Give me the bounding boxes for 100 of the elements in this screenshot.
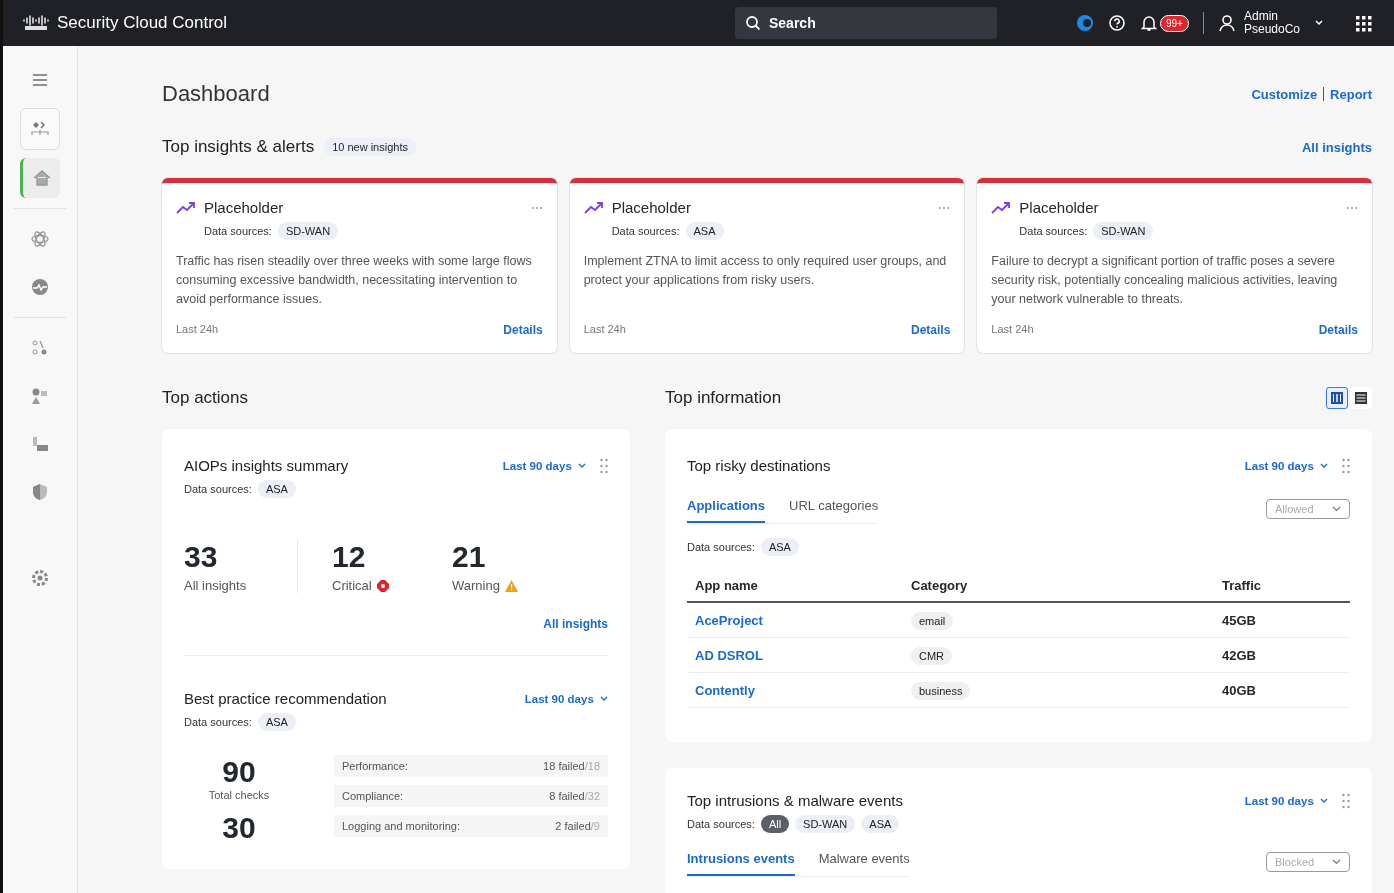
- data-sources-label: Data sources:: [204, 225, 272, 237]
- details-link[interactable]: Details: [1318, 323, 1358, 337]
- category-label: Compliance:: [342, 790, 404, 802]
- insight-title: Placeholder: [204, 199, 284, 216]
- column-header: Category: [903, 570, 1214, 602]
- stat-value: 12: [332, 540, 367, 574]
- drag-handle-icon[interactable]: [1342, 457, 1350, 474]
- assistant-icon[interactable]: [1076, 14, 1094, 32]
- chevron-down-icon: [1320, 463, 1328, 470]
- insight-description: Failure to decrypt a significant portion of traffic poses a severe security risk, potentially concealing malicious activities, leaving your network vulnerable to threats.: [991, 253, 1339, 308]
- grid-view-button[interactable]: [1326, 387, 1348, 409]
- user-icon[interactable]: [1217, 14, 1236, 32]
- cisco-logo-icon: [23, 15, 49, 31]
- sidebar-nav-button[interactable]: [20, 158, 60, 198]
- search-field[interactable]: Search: [735, 7, 997, 39]
- bell-icon[interactable]: [1140, 14, 1158, 32]
- trend-up-icon: [176, 200, 196, 215]
- organization-name: PseudoCo: [1243, 23, 1300, 36]
- stat-label: Critical: [332, 578, 372, 593]
- page-title: Dashboard: [162, 81, 270, 107]
- chevron-down-icon: [600, 696, 608, 703]
- section-title: Top actions: [162, 388, 248, 408]
- failed-count: 18 failed/18: [543, 760, 600, 772]
- category-tag: CMR: [911, 646, 953, 665]
- header-link[interactable]: Customize: [1251, 86, 1318, 102]
- category-tag: email: [911, 611, 954, 630]
- source-filter-chip[interactable]: ASA: [760, 538, 799, 556]
- grid-view-icon: [1330, 391, 1344, 405]
- stat-value: 21: [452, 540, 487, 574]
- time-range: Last 24h: [583, 323, 626, 337]
- help-icon[interactable]: [1108, 14, 1126, 32]
- shapes-icon: [30, 386, 50, 406]
- checks-count: 30: [222, 811, 256, 845]
- source-tag: SD-WAN: [1093, 222, 1154, 240]
- list-view-button[interactable]: [1350, 387, 1372, 409]
- section-title: Top information: [665, 388, 782, 408]
- notification-count: 99+: [1160, 14, 1189, 32]
- tab[interactable]: URL categories: [789, 494, 879, 523]
- date-range-dropdown[interactable]: Last 90 days: [502, 459, 586, 472]
- traffic-cell: 42GB: [1214, 637, 1350, 673]
- more-options-icon[interactable]: [1346, 205, 1358, 210]
- traffic-cell: 40GB: [1214, 672, 1350, 708]
- critical-icon: [376, 579, 389, 592]
- atom-icon: [30, 229, 50, 249]
- drag-handle-icon[interactable]: [1342, 792, 1350, 809]
- source-filter-chip[interactable]: SD-WAN: [795, 815, 856, 833]
- stat-label: Warning: [452, 578, 500, 593]
- app-name-link[interactable]: AD DSROL: [695, 647, 763, 663]
- stat-value: 33: [184, 540, 219, 574]
- date-range-dropdown[interactable]: Last 90 days: [524, 692, 608, 705]
- product-name: Security Cloud Control: [57, 13, 228, 33]
- failed-count: 8 failed/32: [549, 790, 600, 802]
- data-sources-label: Data sources:: [184, 716, 252, 728]
- date-range-dropdown[interactable]: Last 90 days: [1244, 459, 1328, 472]
- tab[interactable]: Applications: [687, 494, 765, 523]
- widget-title: AIOPs insights summary: [184, 457, 349, 474]
- data-sources-label: Data sources:: [1019, 225, 1088, 237]
- chevron-down-icon: [1332, 859, 1341, 865]
- shield-icon: [30, 482, 50, 502]
- section-title: Top insights & alerts: [162, 137, 315, 157]
- user-name: Admin: [1243, 10, 1279, 23]
- data-sources-label: Data sources:: [611, 225, 680, 237]
- date-range-dropdown[interactable]: Last 90 days: [1244, 794, 1328, 807]
- more-options-icon[interactable]: [530, 205, 543, 210]
- app-grid-icon[interactable]: [1354, 14, 1372, 32]
- tab[interactable]: Malware events: [818, 847, 910, 876]
- chevron-down-icon: [1332, 506, 1341, 512]
- all-insights-link[interactable]: All insights: [1301, 139, 1372, 155]
- trend-up-icon: [583, 200, 604, 215]
- category-label: Logging and monitoring:: [342, 820, 461, 832]
- source-filter-chip[interactable]: ASA: [861, 815, 900, 833]
- home-icon: [31, 168, 52, 188]
- source-filter-chip[interactable]: All: [760, 815, 790, 833]
- drag-handle-icon[interactable]: [600, 457, 608, 474]
- category-tag: business: [911, 681, 971, 700]
- data-sources-label: Data sources:: [687, 818, 755, 830]
- category-label: Performance:: [342, 760, 409, 772]
- tab[interactable]: Intrusions events: [687, 847, 795, 876]
- app-name-link[interactable]: Contently: [695, 682, 755, 698]
- time-range: Last 24h: [991, 323, 1034, 337]
- stat-label: All insights: [184, 578, 247, 593]
- traffic-cell: 45GB: [1214, 602, 1350, 638]
- details-link[interactable]: Details: [910, 323, 951, 337]
- settings-icon: [30, 568, 50, 588]
- data-sources-label: Data sources:: [687, 541, 755, 553]
- insight-description: Implement ZTNA to limit access to only required user groups, and protect your applications from risky users.: [583, 253, 948, 289]
- details-link[interactable]: Details: [503, 323, 543, 337]
- list-view-icon: [1354, 391, 1368, 405]
- insight-title: Placeholder: [611, 199, 691, 216]
- header-link[interactable]: Report: [1330, 86, 1372, 102]
- more-options-icon[interactable]: [938, 205, 951, 210]
- column-header: Traffic: [1214, 570, 1350, 602]
- chevron-down-icon[interactable]: [1314, 19, 1324, 27]
- warning-icon: [504, 579, 518, 592]
- chevron-down-icon: [1320, 798, 1328, 805]
- source-tag: ASA: [257, 480, 296, 498]
- app-name-link[interactable]: AceProject: [695, 612, 763, 628]
- widget-title: Best practice recommendation: [184, 690, 387, 707]
- all-insights-link[interactable]: All insights: [543, 617, 608, 631]
- source-tag: SD-WAN: [277, 222, 339, 240]
